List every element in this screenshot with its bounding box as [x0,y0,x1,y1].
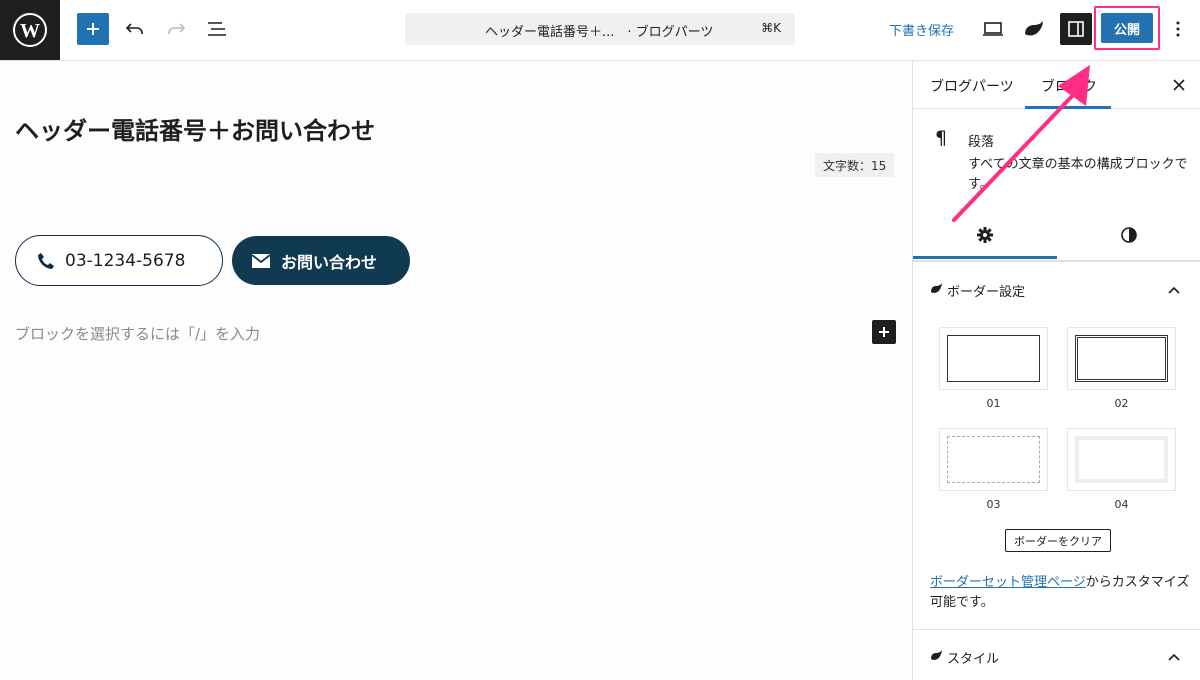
border-set-manage-link[interactable]: ボーダーセット管理ページ [930,575,1086,590]
inspector-tabs [913,211,1200,259]
style-panel-header[interactable]: スタイル [913,632,1200,680]
styles-contrast-icon[interactable] [1057,211,1200,259]
block-editor: W ヘッダー電話番号＋... · ブログパーツ ⌘K 下書き保存 公開 ヘッダー… [0,0,1200,680]
wordpress-logo-icon[interactable]: W [0,0,60,60]
undo-icon[interactable] [120,14,150,44]
document-title: ヘッダー電話番号＋... · ブログパーツ [485,25,714,40]
border-option-01-label: 01 [986,397,1001,410]
svg-text:W: W [20,20,40,42]
close-icon[interactable] [1169,75,1189,95]
swell-leaf-icon [931,650,942,660]
save-draft-button[interactable]: 下書き保存 [889,20,954,39]
empty-block-placeholder[interactable]: ブロックを選択するには「/」を入力 [15,323,260,344]
publish-button[interactable]: 公開 [1101,13,1153,43]
border-option-02-label: 02 [1114,397,1129,410]
panel-divider [913,629,1200,630]
border-option-02[interactable] [1067,327,1176,390]
tab-block[interactable]: ブロック [1041,76,1097,96]
document-overview-icon[interactable] [202,14,232,44]
editor-toolbar: W ヘッダー電話番号＋... · ブログパーツ ⌘K 下書き保存 公開 [0,0,1200,61]
clear-border-button[interactable]: ボーダーをクリア [1005,529,1111,552]
inline-add-block-button[interactable] [872,320,896,344]
border-panel-title: ボーダー設定 [947,285,1026,300]
editor-canvas: ヘッダー電話番号＋お問い合わせ 文字数：15 03-1234-5678 お問い合… [0,61,912,680]
shortcut-hint: ⌘K [761,21,781,35]
active-subtab-indicator [913,256,1057,259]
border-option-03-label: 03 [986,498,1001,511]
char-count-badge: 文字数：15 [815,153,895,177]
contact-button-label: お問い合わせ [281,252,378,272]
more-options-icon[interactable] [1163,14,1193,44]
border-option-03[interactable] [939,428,1048,491]
phone-icon [38,252,54,269]
post-title[interactable]: ヘッダー電話番号＋お問い合わせ [15,111,375,146]
block-description: すべての文章の基本の構成ブロックです。 [968,157,1188,192]
swell-leaf-icon[interactable] [1019,14,1049,44]
tel-button-label: 03-1234-5678 [65,250,186,271]
border-note: ボーダーセット管理ページからカスタマイズ可能です。 [930,573,1190,613]
panel-divider [913,261,1200,262]
chevron-up-icon [1168,653,1180,661]
preview-device-icon[interactable] [978,14,1008,44]
settings-gear-icon[interactable] [913,211,1057,259]
border-panel-header[interactable]: ボーダー設定 [913,265,1200,315]
contact-button[interactable]: お問い合わせ [232,236,410,285]
chevron-up-icon [1168,286,1180,294]
settings-sidebar-toggle[interactable] [1060,13,1092,45]
border-option-04[interactable] [1067,428,1176,491]
border-option-04-label: 04 [1114,498,1129,511]
border-option-01[interactable] [939,327,1048,390]
sidebar-tabs: ブログパーツ ブロック [913,61,1200,109]
add-block-button[interactable] [77,13,109,45]
block-name: 段落 [968,135,995,150]
paragraph-icon: ¶ [935,127,948,149]
tab-blog-parts[interactable]: ブログパーツ [930,76,1014,96]
swell-leaf-icon [931,283,942,293]
publish-highlight-box: 公開 [1094,6,1160,50]
style-panel-title: スタイル [947,652,1000,667]
tel-button[interactable]: 03-1234-5678 [15,235,223,286]
command-palette-bar[interactable]: ヘッダー電話番号＋... · ブログパーツ ⌘K [405,13,795,45]
redo-icon[interactable] [161,14,191,44]
settings-sidebar: ブログパーツ ブロック ¶ 段落 すべての文章の基本の構成ブロックです。 ボーダ… [912,61,1200,680]
mail-icon [251,253,271,268]
